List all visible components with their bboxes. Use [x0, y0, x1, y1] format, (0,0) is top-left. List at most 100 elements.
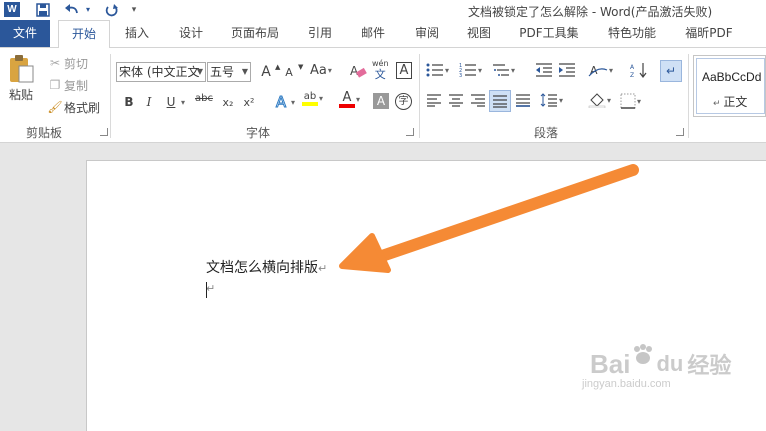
underline-button[interactable]: U ▾ [162, 93, 185, 111]
svg-text:A: A [630, 64, 635, 71]
character-border-icon: A [396, 62, 412, 79]
align-left-icon [427, 94, 441, 107]
customize-icon[interactable]: ▾ [128, 1, 140, 18]
save-icon[interactable] [34, 1, 52, 18]
highlight-button[interactable]: ab ▾ [302, 91, 323, 106]
borders-button[interactable]: ▾ [620, 93, 641, 109]
shrink-font-button[interactable]: A ▼ [280, 63, 303, 81]
align-center-icon [449, 94, 463, 107]
watermark-text-jingyan: 经验 [687, 353, 732, 378]
tab-mailings[interactable]: 邮件 [352, 20, 394, 47]
cut-label: 剪切 [64, 56, 89, 71]
tab-design[interactable]: 设计 [170, 20, 212, 47]
italic-button[interactable]: I [140, 93, 158, 111]
tab-home[interactable]: 开始 [58, 20, 110, 48]
highlighter-icon: ab [302, 91, 318, 106]
document-text-line[interactable]: 文档怎么横向排版↵ [206, 257, 327, 277]
tab-pdf-tools[interactable]: PDF工具集 [512, 20, 586, 47]
font-color-icon: A [339, 91, 355, 108]
font-launcher-icon[interactable] [406, 128, 414, 136]
undo-icon[interactable] [62, 1, 82, 18]
character-border-button[interactable]: A [396, 62, 412, 79]
tab-special-features[interactable]: 特色功能 [600, 20, 664, 47]
style-normal[interactable]: AaBbCcDd ↵ 正文 [696, 58, 765, 114]
tab-view[interactable]: 视图 [458, 20, 500, 47]
paste-button[interactable]: 粘贴 [4, 54, 38, 110]
show-marks-button[interactable]: ↵ [660, 60, 682, 82]
superscript-button[interactable]: x² [240, 93, 258, 111]
increase-indent-button[interactable] [558, 62, 576, 78]
decrease-indent-button[interactable] [535, 62, 553, 78]
window-title: 文档被锁定了怎么解除 - Word(产品激活失败) [468, 5, 713, 19]
tab-insert[interactable]: 插入 [116, 20, 158, 47]
tab-page-layout[interactable]: 页面布局 [224, 20, 286, 47]
cut-button[interactable]: ✂ 剪切 [46, 54, 88, 72]
grow-font-button[interactable]: A ▲ [257, 63, 280, 81]
multilevel-list-icon [493, 64, 509, 76]
group-divider [110, 54, 111, 138]
superscript-icon: x² [243, 95, 255, 109]
document-page[interactable] [86, 160, 766, 431]
paragraph-launcher-icon[interactable] [676, 128, 684, 136]
copy-label: 复制 [64, 78, 89, 93]
numbering-button[interactable]: 1 2 3 ▾ [459, 62, 482, 78]
line-spacing-button[interactable]: ▾ [540, 93, 563, 107]
clipboard-launcher-icon[interactable] [100, 128, 108, 136]
paragraph-mark-icon: ↵ [665, 64, 677, 78]
paste-label: 粘贴 [8, 88, 33, 102]
chevron-down-icon: ▼ [241, 67, 248, 76]
font-size-combobox[interactable]: 五号 ▼ [207, 62, 251, 82]
font-name-combobox[interactable]: 宋体 (中文正文 ▼ [116, 62, 206, 82]
enclose-characters-button[interactable]: 字 [395, 93, 412, 110]
character-shading-button[interactable]: A [373, 93, 389, 109]
bold-icon: B [124, 95, 134, 109]
eraser-icon: A [350, 64, 367, 78]
brush-icon: 🖌 [47, 100, 63, 114]
undo-dropdown-icon[interactable]: ▾ [84, 1, 92, 18]
align-right-button[interactable] [470, 93, 486, 107]
empty-paragraph[interactable]: ↵ [206, 280, 215, 296]
phonetic-guide-button[interactable]: wén 文 [372, 58, 389, 80]
redo-icon[interactable] [104, 1, 120, 18]
chevron-down-icon: ▼ [196, 67, 203, 76]
sort-button[interactable]: AZ [630, 62, 648, 78]
justify-button[interactable] [489, 90, 511, 112]
change-case-button[interactable]: Aa ▾ [310, 63, 332, 78]
tab-foxit-pdf[interactable]: 福昕PDF [676, 20, 742, 47]
scissors-icon: ✂ [49, 56, 61, 70]
chinese-layout-button[interactable]: A ▾ [588, 62, 613, 78]
ribbon-home: 粘贴 ✂ 剪切 ❐ 复制 🖌 格式刷 剪贴板 宋体 (中文正文 ▼ 五号 ▼ A… [0, 47, 766, 143]
paragraph-mark: ↵ [318, 262, 328, 275]
subscript-button[interactable]: x₂ [219, 93, 237, 111]
tab-references[interactable]: 引用 [300, 20, 340, 47]
distributed-icon [516, 94, 530, 107]
word-app-icon[interactable]: W [4, 2, 20, 17]
chinese-layout-icon: A [588, 64, 608, 77]
increase-indent-icon [559, 63, 575, 77]
group-divider [419, 54, 420, 138]
strikethrough-icon: abc [195, 93, 213, 104]
copy-button[interactable]: ❐ 复制 [46, 76, 88, 94]
distributed-button[interactable] [515, 93, 531, 107]
bold-button[interactable]: B [120, 93, 138, 111]
multilevel-list-button[interactable]: ▾ [492, 62, 515, 78]
font-color-button[interactable]: A ▾ [339, 91, 360, 108]
strikethrough-button[interactable]: abc [195, 93, 213, 104]
text-effects-button[interactable]: A ▾ [272, 93, 295, 112]
font-name-value: 宋体 (中文正文 [119, 65, 200, 79]
paint-bucket-icon [588, 93, 606, 108]
shading-button[interactable]: ▾ [588, 92, 611, 108]
bullets-button[interactable]: ▾ [426, 62, 449, 78]
italic-icon: I [146, 95, 152, 109]
format-painter-label: 格式刷 [64, 100, 101, 115]
align-left-button[interactable] [426, 93, 442, 107]
grow-font-icon: A [261, 64, 271, 80]
format-painter-button[interactable]: 🖌 格式刷 [46, 98, 100, 116]
tab-review[interactable]: 审阅 [406, 20, 448, 47]
text-effects-icon: A [275, 93, 287, 112]
align-center-button[interactable] [448, 93, 464, 107]
clear-formatting-button[interactable]: A [349, 62, 367, 80]
tab-file[interactable]: 文件 [0, 20, 50, 47]
text-cursor [206, 282, 207, 298]
ribbon-tabs: 文件 开始 插入 设计 页面布局 引用 邮件 审阅 视图 PDF工具集 特色功能… [0, 20, 766, 48]
